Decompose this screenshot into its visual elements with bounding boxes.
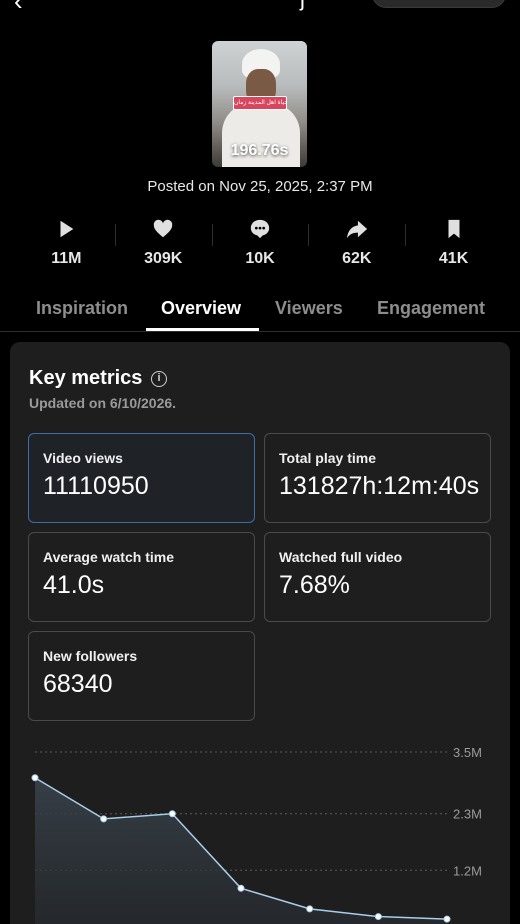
- video-thumbnail[interactable]: حياة اهل المدينة زمان 196.76s: [212, 41, 307, 167]
- info-icon[interactable]: i: [151, 371, 167, 387]
- back-arrow-icon[interactable]: ‹: [14, 0, 23, 17]
- series-area: [35, 777, 447, 924]
- metric-video-views[interactable]: Video views 11110950: [28, 433, 255, 523]
- y-tick-label: 1.2M: [453, 863, 482, 878]
- key-metrics-card: Key metrics i Updated on 6/10/2026. Vide…: [10, 342, 510, 924]
- stat-value: 309K: [144, 250, 183, 267]
- tab-viewers[interactable]: Viewers: [275, 298, 343, 319]
- key-metrics-title: Key metrics: [29, 367, 143, 389]
- tab-inspiration[interactable]: Inspiration: [36, 298, 128, 319]
- stat-value: 62K: [342, 250, 372, 267]
- metric-watched-full-video[interactable]: Watched full video 7.68%: [264, 532, 491, 622]
- metric-new-followers[interactable]: New followers 68340: [28, 631, 255, 721]
- metric-value: 41.0s: [43, 571, 105, 599]
- data-point[interactable]: [374, 913, 382, 921]
- y-tick-label: 2.3M: [453, 807, 482, 822]
- tab-engagement[interactable]: Engagement: [377, 298, 485, 319]
- active-tab-indicator: [146, 328, 259, 331]
- metric-value: 11110950: [43, 472, 149, 500]
- data-point[interactable]: [168, 810, 176, 818]
- stat-views: 11M: [18, 214, 115, 274]
- stat-saves: 41K: [405, 214, 502, 274]
- metric-label: New followers: [43, 648, 138, 664]
- metric-label: Watched full video: [279, 549, 403, 565]
- play-icon: [60, 220, 74, 238]
- metric-value: 68340: [43, 670, 113, 698]
- stat-shares: 62K: [308, 214, 405, 274]
- header-action-button[interactable]: [372, 0, 506, 8]
- metric-value: 7.68%: [279, 571, 350, 599]
- stat-likes: 309K: [114, 214, 212, 274]
- tab-overview[interactable]: Overview: [161, 298, 241, 319]
- data-point[interactable]: [31, 774, 39, 782]
- data-point[interactable]: [100, 815, 108, 823]
- engagement-stats: 11M 309K 10K 62K 41K: [18, 214, 502, 274]
- stat-value: 41K: [438, 250, 469, 267]
- heart-icon: [153, 219, 173, 238]
- metric-average-watch-time[interactable]: Average watch time 41.0s: [28, 532, 255, 622]
- stat-value: 11M: [51, 250, 82, 267]
- metric-value: 131827h:12m:40s: [279, 472, 480, 500]
- posted-date: Posted on Nov 25, 2025, 2:37 PM: [147, 178, 373, 195]
- metric-label: Average watch time: [43, 549, 174, 565]
- share-icon: [346, 220, 367, 239]
- metric-label: Total play time: [279, 450, 376, 466]
- video-duration: 196.76s: [230, 142, 289, 159]
- analytics-tabs: Inspiration Overview Viewers Engagement: [0, 290, 520, 332]
- metric-label: Video views: [43, 450, 123, 466]
- stat-comments: 10K: [211, 214, 309, 274]
- top-header-fragment: ‹ ȷ: [0, 0, 520, 16]
- y-tick-label: 3.5M: [453, 745, 482, 760]
- bookmark-icon: [448, 219, 460, 239]
- comment-icon: [250, 219, 270, 239]
- data-point[interactable]: [237, 884, 245, 892]
- metric-total-play-time[interactable]: Total play time 131827h:12m:40s: [264, 433, 491, 523]
- views-chart: 3.5M 2.3M 1.2M: [31, 745, 482, 924]
- data-point[interactable]: [443, 915, 451, 923]
- data-point[interactable]: [306, 905, 314, 913]
- header-title-fragment: ȷ: [300, 0, 305, 12]
- stat-value: 10K: [245, 250, 275, 267]
- updated-date: Updated on 6/10/2026.: [29, 395, 177, 411]
- thumbnail-sticker: حياة اهل المدينة زمان: [233, 96, 287, 110]
